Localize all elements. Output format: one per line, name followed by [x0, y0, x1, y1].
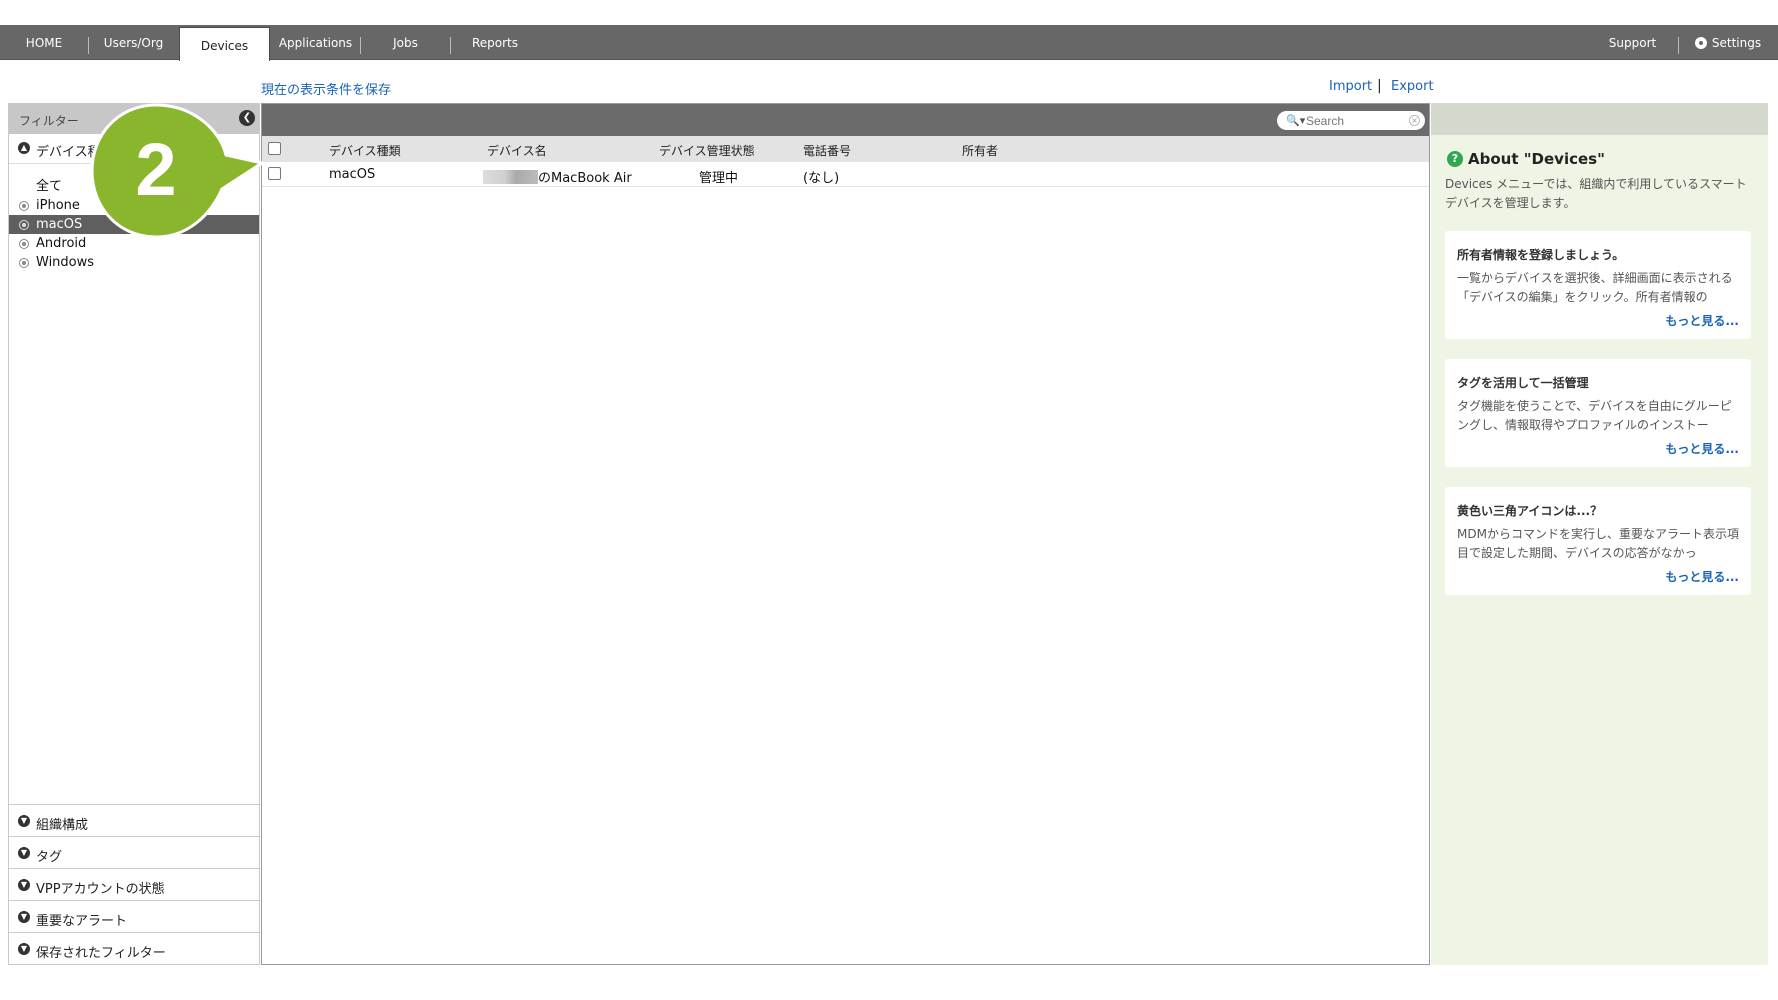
- section-tags[interactable]: ▼ タグ: [9, 836, 259, 868]
- table-toolbar: 🔍▾ ×: [262, 104, 1429, 136]
- read-more-link[interactable]: もっと見る...: [1665, 440, 1739, 457]
- column-phone-number[interactable]: 電話番号: [803, 142, 851, 159]
- chevron-up-icon: ▲: [18, 142, 30, 154]
- tab-reports[interactable]: Reports: [451, 25, 539, 60]
- tab-divider: [1678, 37, 1679, 54]
- device-filter-label: 全て: [36, 179, 63, 194]
- gear-icon: [1694, 37, 1707, 49]
- settings-button[interactable]: Settings: [1682, 25, 1774, 60]
- radio-icon: [19, 258, 29, 268]
- table-row[interactable]: macOS のMacBook Air 管理中 (なし): [262, 162, 1429, 187]
- tab-users-org[interactable]: Users/Org: [89, 25, 178, 60]
- step-callout: 2: [90, 103, 265, 239]
- device-filter-label: Android: [36, 236, 87, 251]
- section-label: 組織構成: [36, 818, 89, 833]
- filter-title: フィルター: [19, 114, 79, 128]
- row-checkbox[interactable]: [268, 167, 281, 180]
- column-device-type[interactable]: デバイス種類: [329, 142, 401, 159]
- info-title-text: About "Devices": [1468, 150, 1605, 168]
- search-input[interactable]: [1306, 112, 1406, 129]
- info-panel: ? About "Devices" Devices メニューでは、組織内で利用し…: [1431, 103, 1768, 965]
- radio-icon: [19, 201, 29, 211]
- support-link[interactable]: Support: [1590, 25, 1675, 60]
- cell-device-name: のMacBook Air: [483, 167, 632, 186]
- info-description: Devices メニューでは、組織内で利用しているスマートデバイスを管理します。: [1445, 177, 1747, 210]
- link-separator: |: [1377, 78, 1382, 94]
- select-all-checkbox[interactable]: [268, 142, 281, 155]
- tip-body: 一覧からデバイスを選択後、詳細画面に表示される「デバイスの編集」をクリック。所有…: [1457, 271, 1733, 304]
- tip-card: タグを活用して一括管理 タグ機能を使うことで、デバイスを自由にグルーピングし、情…: [1445, 359, 1751, 467]
- tip-title: 黄色い三角アイコンは...？: [1457, 504, 1603, 518]
- section-saved-filters[interactable]: ▼ 保存されたフィルター: [9, 932, 259, 964]
- settings-label: Settings: [1711, 36, 1762, 50]
- read-more-link[interactable]: もっと見る...: [1665, 568, 1739, 585]
- device-filter-label: macOS: [36, 217, 83, 232]
- chevron-down-icon: ▼: [18, 815, 30, 827]
- device-table-panel: 🔍▾ × デバイス種類 デバイス名 デバイス管理状態 電話番号 所有者 macO…: [261, 103, 1430, 965]
- chevron-down-icon: ▼: [18, 879, 30, 891]
- section-org-structure[interactable]: ▼ 組織構成: [9, 804, 259, 836]
- section-label: タグ: [36, 850, 63, 865]
- clear-search-icon[interactable]: ×: [1409, 115, 1420, 126]
- chevron-down-icon: ▼: [18, 911, 30, 923]
- callout-bubble-shape: [90, 103, 265, 239]
- search-icon: 🔍▾: [1286, 114, 1306, 127]
- tab-devices[interactable]: Devices: [179, 27, 270, 61]
- section-label: 重要なアラート: [36, 914, 128, 929]
- save-view-link[interactable]: 現在の表示条件を保存: [261, 79, 391, 98]
- table-header: デバイス種類 デバイス名 デバイス管理状態 電話番号 所有者: [262, 136, 1429, 162]
- device-filter-windows[interactable]: Windows: [9, 253, 259, 272]
- section-label: 保存されたフィルター: [36, 946, 166, 961]
- tip-body: MDMからコマンドを実行し、重要なアラート表示項目で設定した期間、デバイスの応答…: [1457, 527, 1739, 560]
- tip-card: 黄色い三角アイコンは...？ MDMからコマンドを実行し、重要なアラート表示項目…: [1445, 487, 1751, 595]
- import-link[interactable]: Import: [1329, 79, 1372, 94]
- section-label: VPPアカウントの状態: [36, 882, 165, 897]
- callout-number: 2: [135, 128, 176, 211]
- help-icon: ?: [1447, 151, 1463, 167]
- column-management-status[interactable]: デバイス管理状態: [659, 142, 755, 159]
- tab-home[interactable]: HOME: [0, 25, 88, 60]
- tip-title: タグを活用して一括管理: [1457, 376, 1589, 390]
- column-device-name[interactable]: デバイス名: [487, 142, 547, 159]
- chevron-down-icon: ▼: [18, 943, 30, 955]
- tip-card: 所有者情報を登録しましょう。 一覧からデバイスを選択後、詳細画面に表示される「デ…: [1445, 231, 1751, 339]
- tab-applications[interactable]: Applications: [271, 25, 360, 60]
- tip-body: タグ機能を使うことで、デバイスを自由にグルーピングし、情報取得やプロファイルのイ…: [1457, 399, 1732, 432]
- cell-phone-number: (なし): [803, 171, 840, 186]
- read-more-link[interactable]: もっと見る...: [1665, 312, 1739, 329]
- search-box[interactable]: 🔍▾ ×: [1277, 111, 1425, 130]
- export-link[interactable]: Export: [1391, 79, 1434, 94]
- device-filter-label: iPhone: [36, 198, 80, 213]
- cell-management-status: 管理中: [699, 171, 739, 186]
- radio-icon: [19, 239, 29, 249]
- tab-jobs[interactable]: Jobs: [361, 25, 450, 60]
- column-owner[interactable]: 所有者: [962, 142, 998, 159]
- section-vpp-account[interactable]: ▼ VPPアカウントの状態: [9, 868, 259, 900]
- redacted-name: [483, 170, 538, 184]
- section-important-alerts[interactable]: ▼ 重要なアラート: [9, 900, 259, 932]
- top-navigation: HOME Users/Org Devices Applications Jobs…: [0, 25, 1778, 61]
- device-filter-label: Windows: [36, 255, 95, 270]
- info-title: ? About "Devices": [1447, 150, 1605, 168]
- cell-device-type: macOS: [329, 167, 376, 182]
- info-panel-header: [1431, 103, 1768, 135]
- chevron-down-icon: ▼: [18, 847, 30, 859]
- device-name-text: のMacBook Air: [538, 171, 632, 186]
- tip-title: 所有者情報を登録しましょう。: [1457, 248, 1625, 262]
- collapsed-filter-sections: ▼ 組織構成 ▼ タグ ▼ VPPアカウントの状態 ▼ 重要なアラート ▼ 保存…: [9, 804, 259, 964]
- radio-icon: [19, 220, 29, 230]
